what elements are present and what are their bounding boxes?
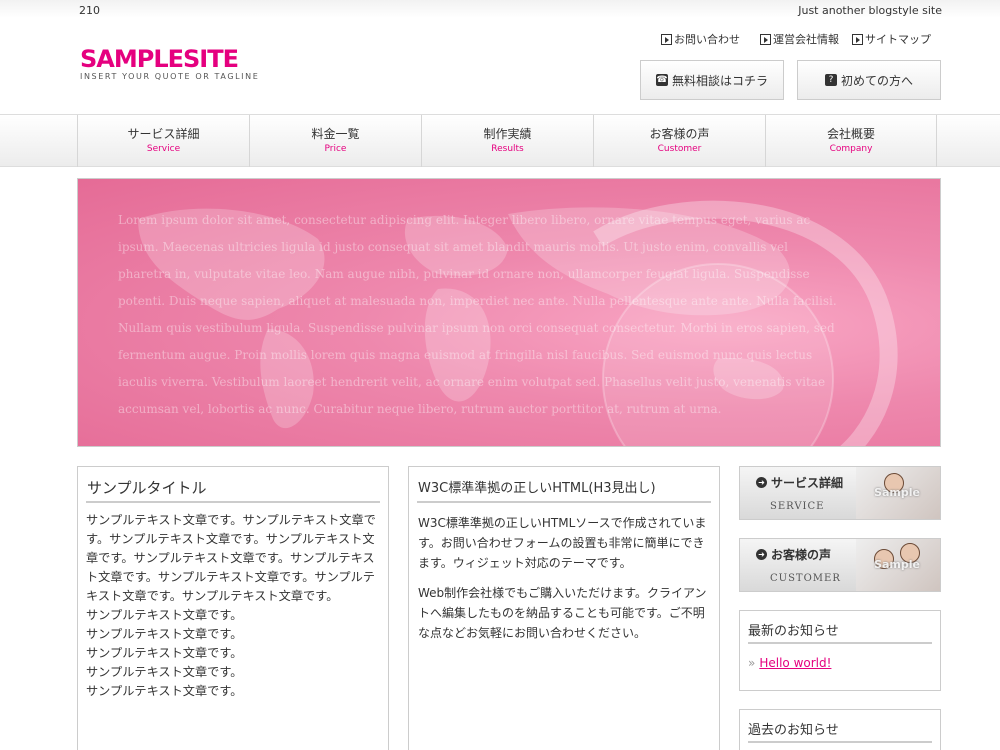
site-logo[interactable]: SAMPLESITE INSERT YOUR QUOTE OR TAGLINE bbox=[80, 46, 259, 81]
sample-watermark: Sample bbox=[874, 486, 920, 499]
w3c-column: W3C標準準拠の正しいHTML(H3見出し) W3C標準準拠の正しいHTMLソー… bbox=[408, 466, 720, 750]
nav-label-en: Company bbox=[829, 144, 873, 154]
sitemap-link[interactable]: サイトマップ bbox=[852, 31, 931, 47]
sample-line: サンプルテキスト文章です。 bbox=[86, 627, 243, 641]
customer-banner-label: お客様の声 bbox=[771, 548, 832, 562]
customer-banner[interactable]: ➜ お客様の声 CUSTOMER Sample bbox=[739, 538, 941, 592]
free-consult-button[interactable]: ☎ 無料相談はコチラ bbox=[640, 60, 784, 100]
phone-icon: ☎ bbox=[655, 74, 668, 86]
nav-label-en: Results bbox=[491, 144, 524, 154]
service-banner[interactable]: ➜ サービス詳細 SERVICE Sample bbox=[739, 466, 941, 520]
news-post-link[interactable]: Hello world! bbox=[748, 656, 940, 670]
nav-item-price[interactable]: 料金一覧 Price bbox=[249, 115, 421, 167]
company-info-link[interactable]: 運営会社情報 bbox=[760, 31, 839, 47]
company-info-link-label: 運営会社情報 bbox=[773, 33, 839, 46]
sample-column-title: サンプルタイトル bbox=[86, 467, 380, 503]
nav-item-customer[interactable]: お客様の声 Customer bbox=[593, 115, 765, 167]
global-nav: サービス詳細 Service 料金一覧 Price 制作実績 Results お… bbox=[0, 114, 1000, 167]
sitemap-link-label: サイトマップ bbox=[865, 33, 931, 46]
sample-column-body: サンプルテキスト文章です。サンプルテキスト文章です。サンプルテキスト文章です。サ… bbox=[78, 503, 388, 709]
nav-label-jp: 制作実績 bbox=[483, 127, 532, 141]
nav-label-jp: 会社概要 bbox=[826, 127, 875, 141]
first-time-button[interactable]: ? 初めての方へ bbox=[797, 60, 941, 100]
sample-column: サンプルタイトル サンプルテキスト文章です。サンプルテキスト文章です。サンプルテ… bbox=[77, 466, 389, 750]
hero-background-text: Lorem ipsum dolor sit amet, consectetur … bbox=[118, 213, 837, 416]
customer-banner-en: CUSTOMER bbox=[770, 573, 841, 584]
arrow-box-icon bbox=[760, 33, 771, 45]
nav-label-jp: 料金一覧 bbox=[311, 127, 360, 141]
service-banner-title: ➜ サービス詳細 bbox=[756, 474, 843, 491]
nav-item-results[interactable]: 制作実績 Results bbox=[421, 115, 593, 167]
service-banner-label: サービス詳細 bbox=[771, 476, 844, 490]
sample-line: サンプルテキスト文章です。 bbox=[86, 665, 243, 679]
contact-link-label: お問い合わせ bbox=[674, 33, 740, 46]
nav-label-en: Service bbox=[146, 144, 181, 154]
sample-line: サンプルテキスト文章です。 bbox=[86, 608, 243, 622]
nav-label-en: Customer bbox=[657, 144, 702, 154]
service-banner-en: SERVICE bbox=[770, 501, 825, 512]
first-time-label: 初めての方へ bbox=[840, 73, 913, 88]
nav-label-jp: サービス詳細 bbox=[127, 127, 200, 141]
logo-text: SAMPLESITE bbox=[80, 45, 239, 73]
site-description: Just another blogstyle site bbox=[798, 4, 942, 17]
free-consult-label: 無料相談はコチラ bbox=[671, 73, 768, 88]
nav-item-service[interactable]: サービス詳細 Service bbox=[77, 115, 249, 167]
header: 210 Just another blogstyle site SAMPLESI… bbox=[0, 0, 1000, 114]
latest-news-title: 最新のお知らせ bbox=[748, 611, 932, 644]
arrow-circle-icon: ➜ bbox=[756, 549, 767, 560]
sample-paragraph: サンプルテキスト文章です。サンプルテキスト文章です。サンプルテキスト文章です。サ… bbox=[86, 513, 376, 603]
customer-banner-title: ➜ お客様の声 bbox=[756, 546, 831, 563]
logo-tagline: INSERT YOUR QUOTE OR TAGLINE bbox=[80, 72, 260, 81]
w3c-paragraph-2: Web制作会社様でもご購入いただけます。クライアントへ編集したものを納品すること… bbox=[418, 586, 707, 640]
w3c-paragraph-1: W3C標準準拠の正しいHTMLソースで作成されています。お問い合わせフォームの設… bbox=[418, 516, 707, 570]
contact-link[interactable]: お問い合わせ bbox=[661, 31, 740, 47]
past-news-title: 過去のお知らせ bbox=[748, 710, 932, 743]
past-news-widget: 過去のお知らせ bbox=[739, 709, 941, 750]
hero-banner: Lorem ipsum dolor sit amet, consectetur … bbox=[77, 178, 941, 447]
nav-label-en: Price bbox=[324, 144, 347, 154]
nav-item-company[interactable]: 会社概要 Company bbox=[765, 115, 937, 167]
sample-line: サンプルテキスト文章です。 bbox=[86, 684, 243, 698]
latest-news-widget: 最新のお知らせ Hello world! bbox=[739, 610, 941, 691]
sample-watermark: Sample bbox=[874, 558, 920, 571]
arrow-box-icon bbox=[661, 33, 672, 45]
sample-line: サンプルテキスト文章です。 bbox=[86, 646, 243, 660]
site-number: 210 bbox=[79, 4, 100, 17]
question-icon: ? bbox=[824, 74, 837, 86]
nav-label-jp: お客様の声 bbox=[649, 127, 710, 141]
arrow-box-icon bbox=[852, 33, 863, 45]
w3c-column-title: W3C標準準拠の正しいHTML(H3見出し) bbox=[417, 467, 711, 503]
arrow-circle-icon: ➜ bbox=[756, 477, 767, 488]
